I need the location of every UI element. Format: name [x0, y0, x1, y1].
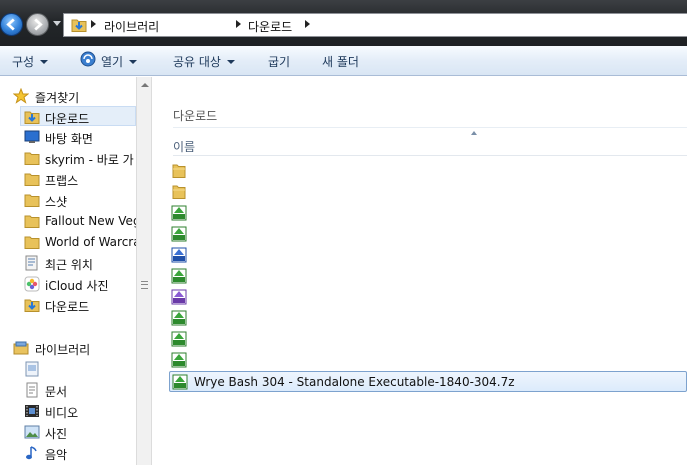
- file-row[interactable]: [169, 161, 687, 182]
- forward-button[interactable]: [26, 13, 49, 36]
- sidebar-item-wow[interactable]: World of Warcraf: [0, 232, 136, 252]
- back-button[interactable]: [0, 13, 23, 36]
- organize-button[interactable]: 구성: [12, 53, 49, 70]
- navigation-pane-scrollbar[interactable]: [136, 77, 152, 465]
- folder-icon: [24, 152, 40, 165]
- rar-archive-icon: [171, 289, 187, 305]
- recent-pages-dropdown[interactable]: [53, 21, 61, 26]
- scroll-up-arrow-icon[interactable]: [141, 83, 149, 87]
- file-row-selected[interactable]: Wrye Bash 304 - Standalone Executable-18…: [169, 371, 687, 392]
- recent-places-icon: [25, 255, 38, 271]
- breadcrumb-downloads[interactable]: 다운로드: [248, 18, 292, 35]
- breadcrumb-separator[interactable]: [91, 20, 96, 28]
- new-folder-button[interactable]: 새 폴더: [322, 53, 359, 70]
- sidebar-item-pictures[interactable]: 사진: [0, 422, 136, 442]
- title-divider: [173, 127, 687, 128]
- command-bar: 구성 열기 공유 대상 굽기 새 폴더: [0, 46, 687, 76]
- libraries-header[interactable]: 라이브러리: [0, 338, 136, 358]
- open-button[interactable]: 열기: [101, 53, 138, 70]
- forward-arrow-icon: [34, 18, 43, 31]
- file-row[interactable]: [169, 245, 687, 266]
- share-with-button[interactable]: 공유 대상: [173, 53, 235, 70]
- sidebar-item-music[interactable]: 음악: [0, 443, 136, 463]
- file-row[interactable]: [169, 350, 687, 371]
- sidebar-item-fraps[interactable]: 프랩스: [0, 169, 136, 189]
- file-list-pane[interactable]: 다운로드 이름 Wrye Bash 304 - Standalone Execu…: [153, 77, 687, 465]
- sidebar-item-downloads[interactable]: 다운로드: [20, 106, 136, 126]
- burn-button[interactable]: 굽기: [268, 53, 290, 70]
- library-title: 다운로드: [173, 109, 218, 123]
- folder-icon: [172, 164, 186, 178]
- 7z-archive-icon: [171, 331, 187, 347]
- file-row[interactable]: [169, 182, 687, 203]
- file-row[interactable]: [169, 308, 687, 329]
- sidebar-item-documents[interactable]: 문서: [0, 380, 136, 400]
- sidebar-item-screenshots[interactable]: 스샷: [0, 190, 136, 210]
- open-icon: [80, 51, 96, 67]
- file-row[interactable]: [169, 287, 687, 308]
- breadcrumb-separator[interactable]: [236, 20, 241, 28]
- navigation-pane[interactable]: 즐겨찾기 다운로드 바탕 화면 skyrim - 바로 가 프랩스 스샷 Fal…: [0, 77, 136, 465]
- address-bar: 라이브러리 다운로드: [0, 0, 687, 46]
- folder-icon: [24, 194, 40, 207]
- column-divider: [173, 155, 687, 156]
- folder-icon: [172, 185, 186, 199]
- download-folder-icon: [71, 19, 87, 32]
- chevron-down-icon: [226, 60, 235, 64]
- sidebar-item-library-documents[interactable]: [0, 359, 136, 379]
- sidebar-item-downloads-2[interactable]: 다운로드: [0, 295, 136, 315]
- sidebar-item-videos[interactable]: 비디오: [0, 401, 136, 421]
- sidebar-item-skyrim[interactable]: skyrim - 바로 가: [0, 148, 136, 168]
- 7z-archive-icon: [171, 205, 187, 221]
- breadcrumb[interactable]: 라이브러리 다운로드: [63, 13, 687, 37]
- star-icon: [13, 88, 29, 104]
- file-row[interactable]: [169, 266, 687, 287]
- file-row[interactable]: [169, 329, 687, 350]
- videos-icon: [25, 405, 39, 417]
- back-arrow-icon: [6, 18, 15, 31]
- favorites-header[interactable]: 즐겨찾기: [0, 86, 136, 106]
- folder-icon: [24, 215, 40, 228]
- desktop-icon: [24, 130, 40, 143]
- folder-icon: [24, 173, 40, 186]
- download-folder-icon: [24, 111, 40, 124]
- 7z-archive-icon: [171, 226, 187, 242]
- 7z-archive-icon: [171, 310, 187, 326]
- breadcrumb-library[interactable]: 라이브러리: [104, 18, 159, 35]
- libraries-icon: [13, 341, 29, 355]
- file-row[interactable]: [169, 203, 687, 224]
- sidebar-item-desktop[interactable]: 바탕 화면: [0, 127, 136, 147]
- folder-icon: [24, 236, 40, 249]
- icloud-photos-icon: [24, 276, 40, 292]
- chevron-down-icon: [40, 60, 49, 64]
- music-icon: [26, 446, 37, 460]
- sidebar-item-icloud-photos[interactable]: iCloud 사진: [0, 274, 136, 294]
- 7z-archive-icon: [171, 268, 187, 284]
- pictures-icon: [24, 425, 40, 439]
- download-folder-icon: [24, 299, 40, 312]
- file-row[interactable]: [169, 224, 687, 245]
- 7z-archive-icon: [171, 352, 187, 368]
- scrollbar-grip[interactable]: [141, 281, 148, 289]
- documents-icon: [26, 382, 38, 398]
- sidebar-item-fallout[interactable]: Fallout New Veg: [0, 211, 136, 231]
- breadcrumb-separator[interactable]: [305, 20, 310, 28]
- column-header-name[interactable]: 이름: [173, 138, 195, 155]
- zip-archive-icon: [171, 247, 187, 263]
- document-library-icon: [25, 361, 39, 377]
- sort-ascending-icon: [471, 131, 477, 135]
- chevron-down-icon: [129, 60, 138, 64]
- sidebar-item-recent[interactable]: 최근 위치: [0, 253, 136, 273]
- 7z-archive-icon: [172, 374, 188, 390]
